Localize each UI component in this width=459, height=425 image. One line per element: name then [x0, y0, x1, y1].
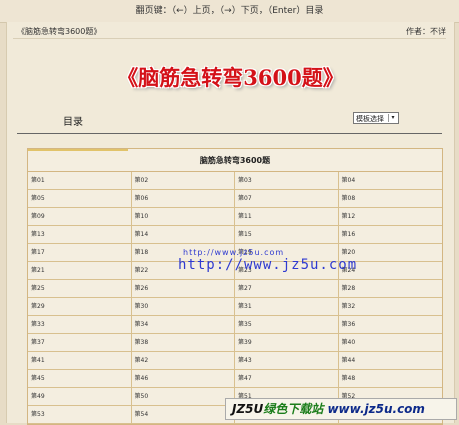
breadcrumb[interactable]: 《脑筋急转弯3600题》	[17, 26, 101, 37]
toc-link[interactable]: 第04	[339, 172, 443, 189]
chevron-down-icon: ▾	[388, 114, 397, 122]
toc-link[interactable]: 第05	[28, 190, 132, 207]
toc-link[interactable]: 第46	[132, 370, 235, 387]
template-select-value: 模板选择	[356, 115, 384, 123]
toc-link[interactable]: 第12	[339, 208, 443, 225]
toc-link[interactable]: 第49	[28, 388, 132, 405]
table-row: 第01 第02 第03 第04	[28, 172, 442, 190]
toc-panel: 脑筋急转弯3600题 第01 第02 第03 第04 第05 第06 第07 第08 第09 第1…	[27, 148, 443, 425]
toc-link[interactable]: 第33	[28, 316, 132, 333]
toc-link[interactable]: 第48	[339, 370, 443, 387]
toc-link[interactable]: 第25	[28, 280, 132, 297]
toc-link[interactable]: 第38	[132, 334, 235, 351]
page-title: 《脑筋急转弯3600题》	[117, 65, 344, 90]
toc-link[interactable]: 第44	[339, 352, 443, 369]
toc-link[interactable]: 第08	[339, 190, 443, 207]
toc-link[interactable]: 第32	[339, 298, 443, 315]
toc-link[interactable]: 第16	[339, 226, 443, 243]
table-row: 第25 第26 第27 第28	[28, 280, 442, 298]
toc-link[interactable]: 第30	[132, 298, 235, 315]
toc-link[interactable]: 第14	[132, 226, 235, 243]
toc-link[interactable]: 第47	[235, 370, 339, 387]
toc-link[interactable]: 第17	[28, 244, 132, 261]
table-row: 第33 第34 第35 第36	[28, 316, 442, 334]
toc-link[interactable]: 第13	[28, 226, 132, 243]
toc-link[interactable]: 第54	[132, 406, 235, 423]
author-info: 作者：不详	[406, 27, 446, 36]
banner-brand: JZ5U	[232, 402, 264, 416]
banner-tagline: 绿色下载站	[263, 402, 324, 416]
toc-link[interactable]: 第43	[235, 352, 339, 369]
toc-link[interactable]: 第21	[28, 262, 132, 279]
toc-link[interactable]: 第28	[339, 280, 443, 297]
toc-link[interactable]: 第29	[28, 298, 132, 315]
toc-link[interactable]: 第06	[132, 190, 235, 207]
toc-link[interactable]: 第45	[28, 370, 132, 387]
watermark-url-small: http://www.jz5u.com	[183, 248, 285, 257]
section-divider	[17, 133, 442, 134]
toc-link[interactable]: 第03	[235, 172, 339, 189]
table-row: 第41 第42 第43 第44	[28, 352, 442, 370]
toc-link[interactable]: 第41	[28, 352, 132, 369]
navigation-hint: 翻页键：（←）上页，（→）下页，（Enter）目录	[135, 6, 324, 16]
toc-table: 第01 第02 第03 第04 第05 第06 第07 第08 第09 第10 第11 第12 第13 第…	[28, 172, 442, 424]
toc-link[interactable]: 第39	[235, 334, 339, 351]
table-row: 第29 第30 第31 第32	[28, 298, 442, 316]
toc-link[interactable]: 第36	[339, 316, 443, 333]
table-row: 第13 第14 第15 第16	[28, 226, 442, 244]
toc-heading: 目录	[63, 117, 83, 128]
watermark-url-large: http://www.jz5u.com	[178, 257, 358, 273]
toc-link[interactable]: 第53	[28, 406, 132, 423]
template-select[interactable]: 模板选择 ▾	[353, 112, 399, 124]
site-banner: JZ5U绿色下载站 www.jz5u.com	[225, 398, 457, 420]
book-page: 《脑筋急转弯3600题》 作者：不详 《脑筋急转弯3600题》 目录 模板选择 …	[6, 22, 455, 425]
toc-link[interactable]: 第15	[235, 226, 339, 243]
header-divider	[13, 38, 446, 39]
toc-link[interactable]: 第40	[339, 334, 443, 351]
toc-link[interactable]: 第02	[132, 172, 235, 189]
toc-link[interactable]: 第11	[235, 208, 339, 225]
toc-link[interactable]: 第34	[132, 316, 235, 333]
toc-link[interactable]: 第27	[235, 280, 339, 297]
toc-link[interactable]: 第01	[28, 172, 132, 189]
toc-link[interactable]: 第10	[132, 208, 235, 225]
toc-link[interactable]: 第50	[132, 388, 235, 405]
panel-title: 脑筋急转弯3600题	[28, 151, 442, 172]
toc-link[interactable]: 第42	[132, 352, 235, 369]
toc-link[interactable]: 第35	[235, 316, 339, 333]
toc-link[interactable]: 第37	[28, 334, 132, 351]
table-row: 第09 第10 第11 第12	[28, 208, 442, 226]
table-row: 第37 第38 第39 第40	[28, 334, 442, 352]
banner-url: www.jz5u.com	[327, 402, 425, 416]
table-row: 第45 第46 第47 第48	[28, 370, 442, 388]
toc-link[interactable]: 第07	[235, 190, 339, 207]
toc-link[interactable]: 第31	[235, 298, 339, 315]
table-row: 第05 第06 第07 第08	[28, 190, 442, 208]
toc-link[interactable]: 第09	[28, 208, 132, 225]
toc-link[interactable]: 第26	[132, 280, 235, 297]
navigation-hint-bar: 翻页键：（←）上页，（→）下页，（Enter）目录	[0, 0, 459, 23]
